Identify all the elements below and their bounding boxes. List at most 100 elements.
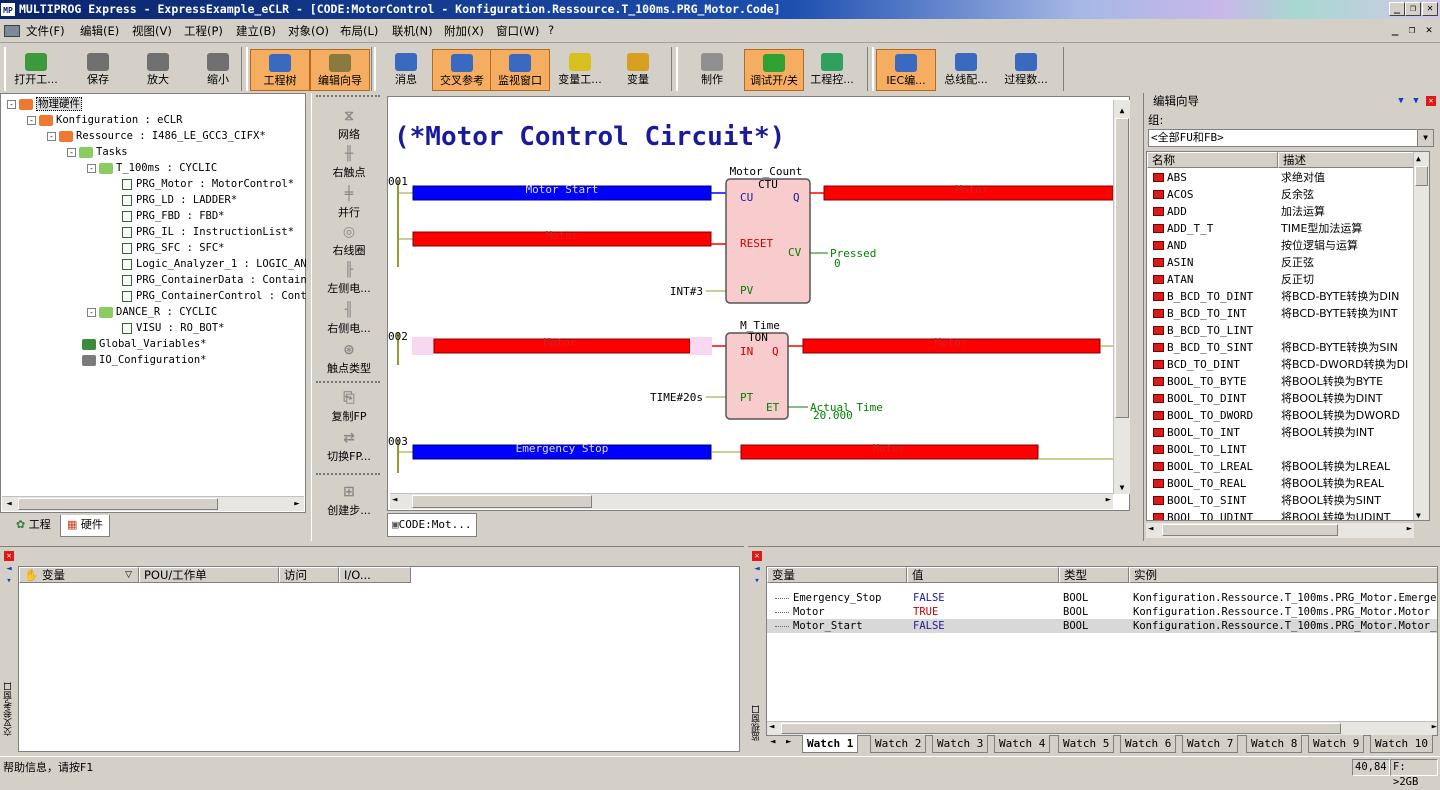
scroll-left-arrow-icon[interactable]: ◄ [392,495,397,505]
fu-fb-row[interactable]: BOOL_TO_INT 将BOOL转换为INT [1147,424,1415,441]
mdi-close-button[interactable]: ✕ [1421,23,1437,36]
tree-expander-icon[interactable]: - [7,99,16,109]
pin-icon[interactable]: ▾ [752,576,762,586]
menu-project[interactable]: 工程(P) [184,23,223,39]
toolbar-button[interactable]: 变量工... [550,49,610,91]
close-button[interactable]: ✕ [1422,2,1438,16]
col-desc[interactable]: 描述 [1278,152,1415,168]
tree-node[interactable]: PRG_FBD : FBD* [107,209,225,223]
col-pou[interactable]: POU/工作单 [139,567,279,583]
toolbar-button[interactable]: 工程树 [250,49,310,91]
watch-tab[interactable]: Watch 4 [994,735,1051,753]
scroll-thumb[interactable] [412,495,592,508]
list-horizontal-scrollbar[interactable]: ◄ ► [1146,523,1414,538]
mdi-minimize-button[interactable]: _ [1387,23,1403,36]
menu-online[interactable]: 联机(N) [392,23,433,39]
close-panel-icon[interactable]: ✕ [1426,96,1436,106]
tree-expander-icon[interactable]: - [67,147,76,157]
watch-tab[interactable]: Watch 7 [1182,735,1239,753]
toolbar-button[interactable]: 监视窗口 [490,49,550,91]
editor-horizontal-scrollbar[interactable]: ◄ ► [390,493,1113,509]
col-variable[interactable]: ✋ 变量 ▽ [19,567,139,583]
fu-fb-row[interactable]: BOOL_TO_REAL 将BOOL转换为REAL [1147,475,1415,492]
fu-fb-row[interactable]: BCD_TO_DINT 将BCD-DWORD转换为DI [1147,356,1415,373]
chevron-down-icon[interactable]: ▽ [125,568,132,582]
tree-node[interactable]: VISU : RO_BOT* [107,321,225,335]
tree-node[interactable]: PRG_SFC : SFC* [107,241,225,255]
menu-window[interactable]: 窗口(W) [496,23,539,39]
tree-node[interactable]: - T_100ms : CYCLIC [87,161,217,175]
menu-edit[interactable]: 编辑(E) [80,23,119,39]
toolbar-button[interactable]: 放大 [128,49,188,91]
tree-node[interactable]: PRG_LD : LADDER* [107,193,237,207]
project-tree[interactable]: - 物理硬件 - Konfiguration : eCLR - Ressource : I… [0,93,307,513]
col-watch-variable[interactable]: 变量 [767,567,907,583]
tree-node[interactable]: - 物理硬件 [7,97,82,111]
toolbar-button[interactable]: 消息 [376,49,436,91]
scroll-thumb[interactable] [781,723,1341,734]
scroll-thumb[interactable] [1115,118,1129,418]
tree-node[interactable]: PRG_Motor : MotorControl* [107,177,294,191]
menu-object[interactable]: 对象(O) [288,23,329,39]
toolbar-button[interactable]: 编辑向导 [310,49,370,91]
tree-node[interactable]: PRG_IL : InstructionList* [107,225,294,239]
menu-layout[interactable]: 布局(L) [340,23,378,39]
pin-icon[interactable]: ▾ [4,576,14,586]
col-watch-instance[interactable]: 实例 [1129,567,1437,583]
fu-fb-row[interactable]: BOOL_TO_UDINT 将BOOL转换为UDINT [1147,509,1415,520]
scroll-right-arrow-icon[interactable]: ► [1106,495,1111,505]
tree-expander-icon[interactable]: - [47,131,56,141]
col-io[interactable]: I/O... [339,567,411,583]
col-watch-type[interactable]: 类型 [1059,567,1129,583]
scroll-down-arrow-icon[interactable]: ▼ [1416,511,1421,520]
tree-node[interactable]: Logic_Analyzer_1 : LOGIC_AN [107,257,307,271]
watch-tab[interactable]: Watch 9 [1308,735,1365,753]
palette-item[interactable]: ◎ 右线圈 [314,223,384,258]
toolbar-button[interactable]: 保存 [68,49,128,91]
minimize-button[interactable]: _ [1389,2,1405,16]
tab-next-arrow-icon[interactable]: ► [786,737,791,747]
scroll-down-arrow-icon[interactable]: ▼ [1115,483,1129,492]
watch-row[interactable]: Motor_Start FALSE BOOL Konfiguration.Ressou… [767,619,1437,633]
editor-tab[interactable]: ▣CODE:Mot... [387,513,477,537]
toolbar-button[interactable]: 打开工... [6,49,66,91]
list-vertical-scrollbar[interactable]: ▲ ▼ [1413,152,1429,520]
watch-horizontal-scrollbar[interactable]: ◄ ► [767,721,1437,735]
tree-expander-icon[interactable]: - [87,307,96,317]
close-panel-icon[interactable]: ✕ [4,551,14,561]
fu-fb-row[interactable]: ASIN 反正弦 [1147,254,1415,271]
close-panel-icon[interactable]: ✕ [752,551,762,561]
scroll-up-arrow-icon[interactable]: ▲ [1115,106,1129,115]
watch-tab[interactable]: Watch 8 [1246,735,1303,753]
palette-item[interactable]: ╢ 右侧电... [314,301,384,336]
fu-fb-row[interactable]: BOOL_TO_LREAL 将BOOL转换为LREAL [1147,458,1415,475]
fu-fb-row[interactable]: BOOL_TO_SINT 将BOOL转换为SINT [1147,492,1415,509]
toolbar-button[interactable]: 调试开/关 [744,49,804,91]
toolbar-button[interactable]: IEC编... [876,49,936,91]
pin-icon[interactable]: ▼ [1396,96,1406,106]
palette-item[interactable]: ⊞ 创建步... [314,483,384,518]
palette-item[interactable]: ╫ 右触点 [314,145,384,180]
scroll-thumb[interactable] [1415,166,1428,186]
toolbar-button[interactable]: 缩小 [188,49,248,91]
tree-node[interactable]: - Konfiguration : eCLR [27,113,182,127]
scroll-up-arrow-icon[interactable]: ▲ [1416,154,1421,163]
tree-expander-icon[interactable]: - [87,163,96,173]
fu-fb-row[interactable]: B_BCD_TO_DINT 将BCD-BYTE转换为DIN [1147,288,1415,305]
tree-node[interactable]: - Ressource : I486_LE_GCC3_CIFX* [47,129,266,143]
col-access[interactable]: 访问 [279,567,339,583]
chevron-down-icon[interactable]: ▼ [1417,130,1433,146]
watch-row[interactable]: Motor TRUE BOOL Konfiguration.Ressource.T_1… [767,605,1437,619]
tree-node[interactable]: - Tasks [67,145,128,159]
col-watch-value[interactable]: 值 [907,567,1059,583]
watch-row[interactable]: Emergency_Stop FALSE BOOL Konfiguration.Res… [767,591,1437,605]
scroll-right-arrow-icon[interactable]: ► [1407,524,1412,534]
palette-item[interactable]: ╪ 并行 [314,185,384,220]
group-select[interactable]: <全部FU和FB> ▼ [1148,129,1434,147]
mdi-restore-button[interactable]: ❐ [1404,23,1420,36]
fu-fb-list[interactable]: 名称 描述 ABS 求绝对值 ACOS 反余弦 ADD 加法运算 ADD_T_T TIME型加… [1146,151,1430,521]
tree-node[interactable]: Global_Variables* [67,337,206,351]
menu-extras[interactable]: 附加(X) [444,23,484,39]
palette-item[interactable]: ⇄ 切换FP... [314,429,384,464]
palette-item[interactable]: ⧖ 网络 [314,107,384,142]
